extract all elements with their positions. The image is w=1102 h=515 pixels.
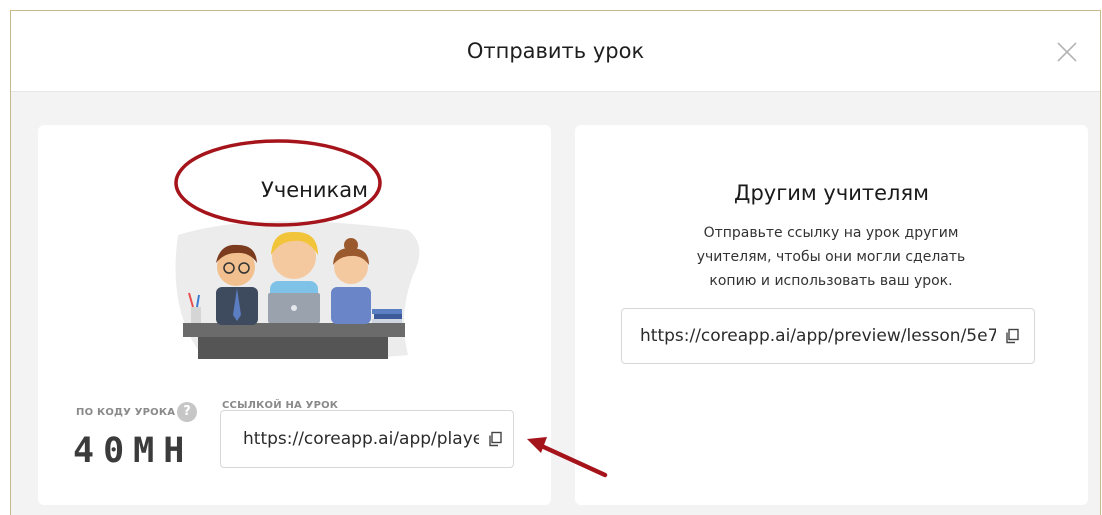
teachers-card: Другим учителям Отправьте ссылку на урок…	[575, 125, 1088, 505]
student-link-field[interactable]: https://coreapp.ai/app/player/	[220, 410, 514, 468]
code-label: ПО КОДУ УРОКА	[76, 407, 176, 418]
dialog-header: Отправить урок	[11, 11, 1100, 92]
teacher-link-value[interactable]: https://coreapp.ai/app/preview/lesson/5e…	[640, 326, 996, 346]
copy-icon[interactable]	[487, 431, 503, 447]
teachers-description: Отправьте ссылку на урок другим учителям…	[696, 225, 966, 289]
teachers-title: Другим учителям	[734, 181, 929, 205]
highlight-arrow	[527, 437, 608, 478]
help-icon[interactable]: ?	[177, 402, 197, 422]
highlight-ellipse	[174, 139, 382, 227]
copy-icon[interactable]	[1004, 328, 1020, 344]
teacher-link-field[interactable]: https://coreapp.ai/app/preview/lesson/5e…	[621, 308, 1035, 364]
close-icon[interactable]	[1056, 41, 1078, 63]
dialog-title: Отправить урок	[466, 39, 645, 63]
student-link-value[interactable]: https://coreapp.ai/app/player/	[243, 429, 479, 449]
dialog-frame: Отправить урок Ученикам ПО КОДУ УРОКА ? …	[10, 10, 1101, 515]
lesson-code: 40MH	[73, 431, 194, 471]
